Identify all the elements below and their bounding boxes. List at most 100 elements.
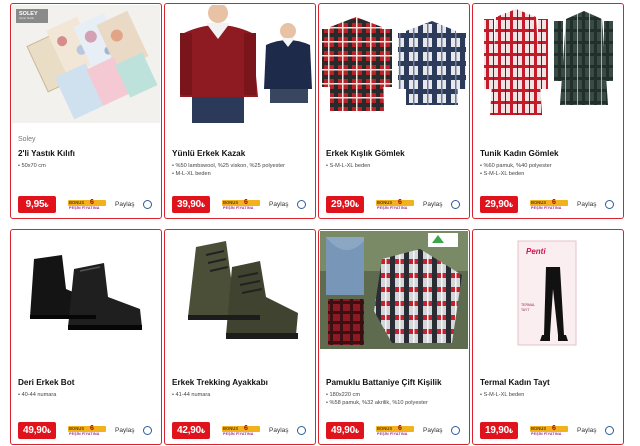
product-title[interactable]: Erkek Kışlık Gömlek	[326, 149, 405, 158]
share-radio[interactable]	[143, 426, 152, 435]
product-card[interactable]: SOLEY Home Textile Soley 2'li Yastık Kıl…	[10, 3, 162, 219]
share-label[interactable]: Paylaş	[423, 427, 443, 435]
product-title[interactable]: Tunik Kadın Gömlek	[480, 149, 559, 158]
currency-symbol: ₺	[355, 203, 359, 209]
installment-badge: BONUS 6 PEŞİN FİYATINA	[222, 425, 260, 437]
product-spec: • 180x220 cm	[326, 392, 360, 398]
product-title[interactable]: Yünlü Erkek Kazak	[172, 149, 245, 158]
installment-badge: BONUS 6 PEŞİN FİYATINA	[68, 425, 106, 437]
installment-badge: BONUS 6 PEŞİN FİYATINA	[376, 425, 414, 437]
price-tag: 29,90₺	[480, 196, 518, 213]
installment-badge: BONUS 6 PEŞİN FİYATINA	[530, 425, 568, 437]
product-spec: • %50 lambswool, %25 viskon, %25 polyest…	[172, 163, 285, 169]
price-tag: 9,95₺	[18, 196, 56, 213]
product-image[interactable]	[166, 231, 314, 349]
installment-count: 6	[552, 199, 556, 206]
share-radio[interactable]	[297, 426, 306, 435]
product-card[interactable]: Yünlü Erkek Kazak • %50 lambswool, %25 v…	[164, 3, 316, 219]
share-label[interactable]: Paylaş	[423, 201, 443, 209]
share-radio[interactable]	[451, 426, 460, 435]
product-image[interactable]: Penti TERMAL TAYT	[474, 231, 622, 349]
installment-sub: PEŞİN FİYATINA	[377, 432, 408, 436]
product-spec: • 41-44 numara	[172, 392, 211, 398]
product-grid: SOLEY Home Textile Soley 2'li Yastık Kıl…	[0, 0, 640, 446]
price-tag: 49,90₺	[326, 422, 364, 439]
product-spec: • 40-44 numara	[18, 392, 57, 398]
price-tag: 49,90₺	[18, 422, 56, 439]
price-value: 42,90	[176, 425, 202, 436]
share-label[interactable]: Paylaş	[577, 427, 597, 435]
share-label[interactable]: Paylaş	[269, 427, 289, 435]
currency-symbol: ₺	[355, 429, 359, 435]
installment-badge: BONUS 6 PEŞİN FİYATINA	[222, 199, 260, 211]
share-radio[interactable]	[451, 200, 460, 209]
currency-symbol: ₺	[509, 203, 513, 209]
installment-sub: PEŞİN FİYATINA	[377, 206, 408, 210]
product-image[interactable]	[320, 231, 468, 349]
product-card[interactable]: Deri Erkek Bot • 40-44 numara 49,90₺ BON…	[10, 229, 162, 445]
product-title[interactable]: Pamuklu Battaniye Çift Kişilik	[326, 378, 442, 387]
share-radio[interactable]	[605, 426, 614, 435]
product-image[interactable]	[474, 5, 622, 123]
product-image[interactable]	[166, 5, 314, 123]
share-label[interactable]: Paylaş	[115, 201, 135, 209]
currency-symbol: ₺	[44, 203, 49, 209]
product-spec: • %60 pamuk, %40 polyester	[480, 163, 552, 169]
currency-symbol: ₺	[509, 429, 513, 435]
price-value: 19,90	[484, 425, 510, 436]
share-label[interactable]: Paylaş	[269, 201, 289, 209]
installment-sub: PEŞİN FİYATINA	[223, 206, 254, 210]
brand-logo: Penti	[526, 247, 546, 256]
product-title[interactable]: Termal Kadın Tayt	[480, 378, 550, 387]
product-title[interactable]: Erkek Trekking Ayakkabı	[172, 378, 268, 387]
installment-badge: BONUS 6 PEŞİN FİYATINA	[376, 199, 414, 211]
price-value: 29,90	[484, 199, 510, 210]
installment-count: 6	[552, 425, 556, 432]
price-tag: 29,90₺	[326, 196, 364, 213]
product-title[interactable]: Deri Erkek Bot	[18, 378, 74, 387]
product-image[interactable]: SOLEY Home Textile	[12, 5, 160, 123]
price-tag: 39,90₺	[172, 196, 210, 213]
product-card[interactable]: Penti TERMAL TAYT Termal Kadın Tayt • S-…	[472, 229, 624, 445]
product-card[interactable]: Erkek Kışlık Gömlek • S-M-L-XL beden 29,…	[318, 3, 470, 219]
installment-sub: PEŞİN FİYATINA	[69, 432, 100, 436]
installment-sub: PEŞİN FİYATINA	[531, 432, 562, 436]
installment-count: 6	[398, 425, 402, 432]
product-spec: • 50x70 cm	[18, 163, 46, 169]
product-card[interactable]: Tunik Kadın Gömlek • %60 pamuk, %40 poly…	[472, 3, 624, 219]
product-title[interactable]: 2'li Yastık Kılıfı	[18, 149, 75, 158]
price-value: 9,95	[25, 199, 45, 210]
product-spec: • %58 pamuk, %32 akrilik, %10 polyester	[326, 400, 428, 406]
installment-count: 6	[244, 425, 248, 432]
installment-count: 6	[90, 199, 94, 206]
product-brand: Soley	[18, 136, 36, 143]
price-value: 39,90	[176, 199, 202, 210]
brand-logo-sub: TERMAL TAYT	[521, 303, 536, 312]
brand-logo-sub: Home Textile	[19, 17, 34, 20]
installment-badge: BONUS 6 PEŞİN FİYATINA	[530, 199, 568, 211]
product-card[interactable]: Erkek Trekking Ayakkabı • 41-44 numara 4…	[164, 229, 316, 445]
share-label[interactable]: Paylaş	[577, 201, 597, 209]
currency-symbol: ₺	[201, 429, 205, 435]
product-image[interactable]	[12, 231, 160, 349]
product-spec: • M-L-XL beden	[172, 171, 211, 177]
installment-sub: PEŞİN FİYATINA	[69, 206, 100, 210]
share-radio[interactable]	[297, 200, 306, 209]
product-spec: • S-M-L-XL beden	[326, 163, 371, 169]
price-value: 49,90	[22, 425, 48, 436]
product-card[interactable]: Pamuklu Battaniye Çift Kişilik • 180x220…	[318, 229, 470, 445]
installment-sub: PEŞİN FİYATINA	[223, 432, 254, 436]
price-tag: 42,90₺	[172, 422, 210, 439]
installment-badge: BONUS 6 PEŞİN FİYATINA	[68, 199, 106, 211]
installment-count: 6	[90, 425, 94, 432]
product-image[interactable]	[320, 5, 468, 123]
price-value: 49,90	[330, 425, 356, 436]
product-spec: • S-M-L-XL beden	[480, 392, 525, 398]
share-radio[interactable]	[143, 200, 152, 209]
share-radio[interactable]	[605, 200, 614, 209]
price-value: 29,90	[330, 199, 356, 210]
currency-symbol: ₺	[201, 203, 205, 209]
currency-symbol: ₺	[47, 429, 51, 435]
share-label[interactable]: Paylaş	[115, 427, 135, 435]
installment-count: 6	[398, 199, 402, 206]
